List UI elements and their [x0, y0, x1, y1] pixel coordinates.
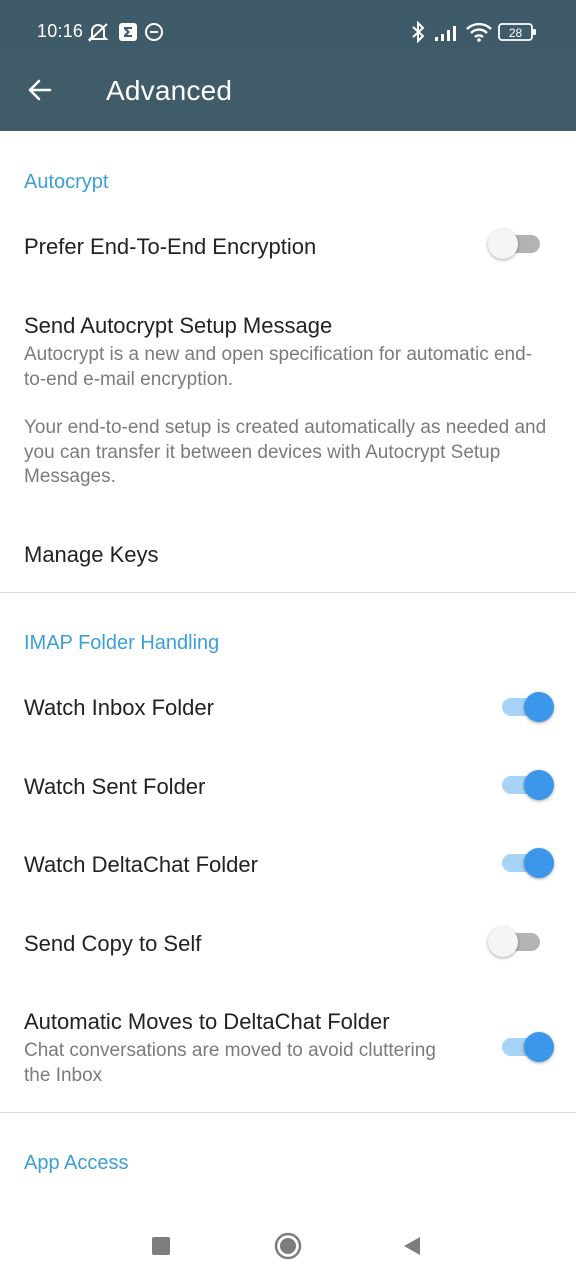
- battery-level: 28: [509, 26, 523, 40]
- status-time: 10:16: [37, 21, 84, 41]
- recents-square-icon: [152, 1237, 170, 1255]
- app-bar: Advanced: [0, 48, 576, 131]
- navigation-bar: [0, 1208, 576, 1280]
- prefer-e2e-label: Prefer End-To-End Encryption: [24, 234, 317, 259]
- battery-icon: 28: [498, 20, 538, 44]
- watch-inbox-label: Watch Inbox Folder: [24, 695, 214, 720]
- watch-sent-label: Watch Sent Folder: [24, 774, 206, 799]
- send-copy-label: Send Copy to Self: [24, 931, 202, 956]
- sigma-app-icon: [118, 20, 138, 44]
- home-circle-icon: [274, 1232, 302, 1260]
- signal-icon: [434, 20, 460, 44]
- prefer-e2e-switch[interactable]: [488, 227, 544, 261]
- circle-app-icon: [144, 20, 164, 44]
- system-back-button[interactable]: [392, 1226, 432, 1266]
- watch-inbox-switch[interactable]: [498, 690, 554, 724]
- back-button[interactable]: [20, 70, 60, 110]
- auto-moves-switch[interactable]: [498, 1030, 554, 1064]
- section-divider: [0, 1112, 576, 1113]
- home-button[interactable]: [268, 1226, 308, 1266]
- status-bar: 10:16 28: [0, 0, 576, 48]
- auto-moves-label: Automatic Moves to DeltaChat Folder: [24, 1009, 390, 1034]
- watch-sent-switch[interactable]: [498, 768, 554, 802]
- section-header-imap: IMAP Folder Handling: [24, 632, 220, 654]
- section-divider: [0, 592, 576, 593]
- send-copy-switch[interactable]: [488, 925, 544, 959]
- autocrypt-setup-label: Send Autocrypt Setup Message: [24, 313, 333, 338]
- watch-deltachat-switch[interactable]: [498, 846, 554, 880]
- watch-deltachat-label: Watch DeltaChat Folder: [24, 852, 258, 877]
- wifi-icon: [466, 20, 492, 44]
- manage-keys-item[interactable]: Manage Keys: [24, 542, 159, 568]
- section-header-autocrypt: Autocrypt: [24, 171, 109, 193]
- section-header-app-access: App Access: [24, 1152, 129, 1174]
- back-triangle-icon: [404, 1237, 420, 1255]
- page-title: Advanced: [106, 75, 233, 106]
- autocrypt-setup-description-2: Your end-to-end setup is created automat…: [24, 417, 547, 487]
- autocrypt-setup-description-1: Autocrypt is a new and open specificatio…: [24, 344, 533, 390]
- recents-button[interactable]: [141, 1226, 181, 1266]
- bluetooth-icon: [410, 20, 426, 44]
- arrow-left-icon: [28, 79, 52, 101]
- muted-notification-icon: [86, 20, 110, 44]
- auto-moves-description: Chat conversations are moved to avoid cl…: [24, 1040, 436, 1086]
